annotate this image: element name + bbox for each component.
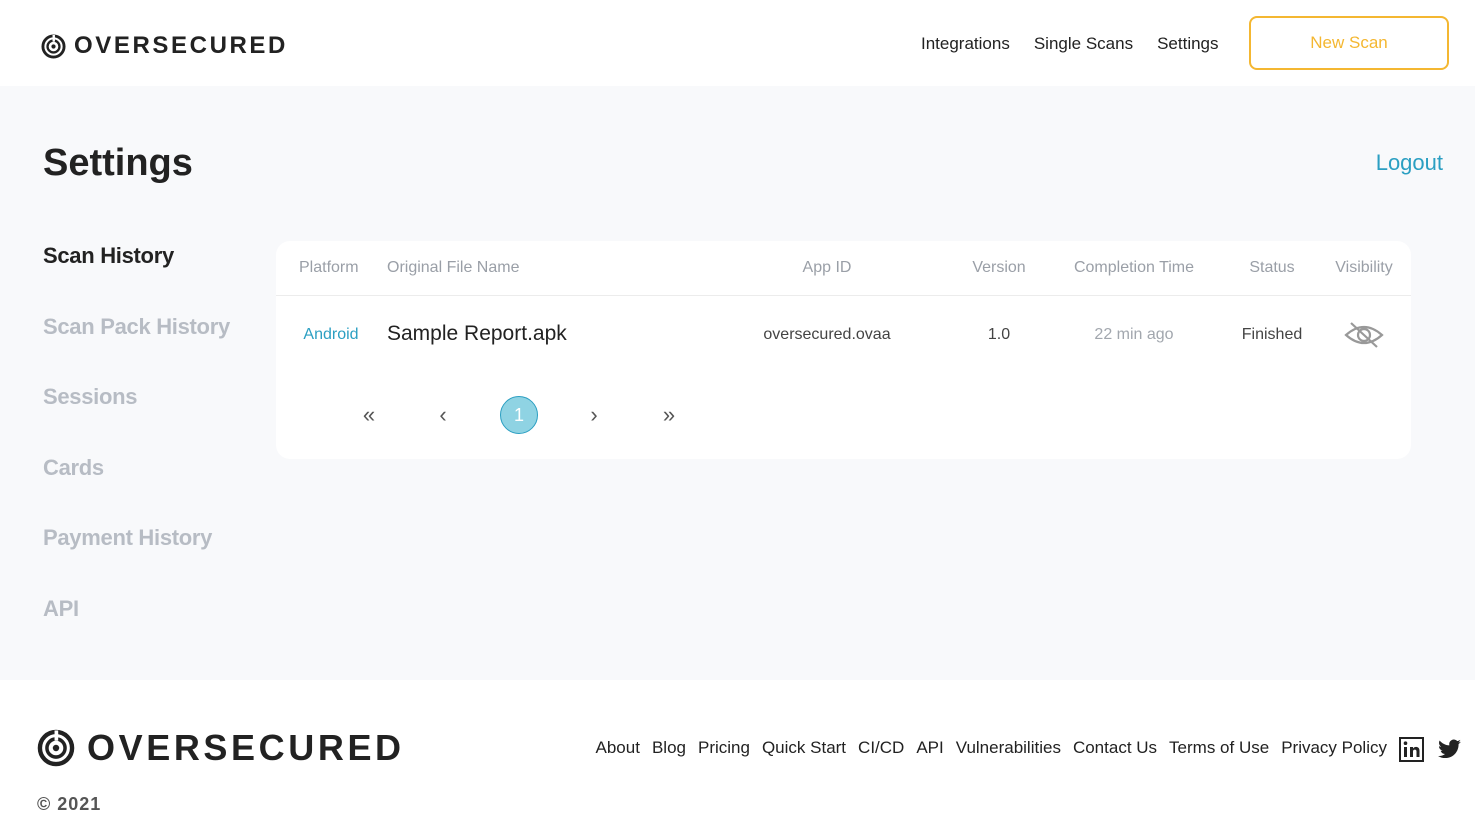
footer-link-ci-cd[interactable]: CI/CD — [858, 738, 904, 758]
linkedin-icon[interactable] — [1399, 737, 1424, 762]
page-title: Settings — [43, 142, 193, 184]
row-app-id: oversecured.ovaa — [763, 326, 891, 343]
footer-link-api[interactable]: API — [916, 738, 943, 758]
footer-link-pricing[interactable]: Pricing — [698, 738, 750, 758]
pagination-page-1[interactable]: 1 — [500, 396, 538, 434]
footer-brand[interactable]: OVERSECURED — [37, 729, 405, 767]
footer-link-quick-start[interactable]: Quick Start — [762, 738, 846, 758]
table-row[interactable]: Android Sample Report.apk oversecured.ov… — [276, 297, 1411, 377]
twitter-icon[interactable] — [1437, 737, 1462, 762]
column-version: Version — [972, 259, 1026, 276]
row-version: 1.0 — [987, 326, 1011, 343]
row-completion-time: 22 min ago — [1094, 326, 1174, 343]
pagination-next[interactable]: › — [575, 396, 613, 434]
nav-settings[interactable]: Settings — [1157, 34, 1218, 54]
brand-name: OVERSECURED — [74, 32, 288, 59]
table-header: Platform Original File Name App ID Versi… — [276, 241, 1411, 296]
sidebar-item-scan-pack-history[interactable]: Scan Pack History — [43, 314, 230, 385]
footer-link-privacy-policy[interactable]: Privacy Policy — [1281, 738, 1387, 758]
top-header: OVERSECURED Integrations Single Scans Se… — [0, 0, 1475, 86]
sidebar-item-scan-history[interactable]: Scan History — [43, 243, 230, 314]
footer-link-about[interactable]: About — [596, 738, 640, 758]
pagination-prev[interactable]: ‹ — [424, 396, 462, 434]
pagination-last[interactable]: » — [650, 396, 688, 434]
nav-single-scans[interactable]: Single Scans — [1034, 34, 1133, 54]
nav-integrations[interactable]: Integrations — [921, 34, 1010, 54]
sidebar-item-payment-history[interactable]: Payment History — [43, 525, 230, 596]
column-app-id: App ID — [802, 259, 852, 276]
brand-logo-link[interactable]: OVERSECURED — [41, 33, 288, 59]
sidebar-item-sessions[interactable]: Sessions — [43, 384, 230, 455]
logout-link[interactable]: Logout — [1376, 150, 1443, 176]
footer-link-contact-us[interactable]: Contact Us — [1073, 738, 1157, 758]
footer-link-vulnerabilities[interactable]: Vulnerabilities — [956, 738, 1061, 758]
sidebar-item-api[interactable]: API — [43, 596, 230, 667]
column-completion-time: Completion Time — [1073, 259, 1195, 276]
column-original-file-name: Original File Name — [387, 259, 520, 276]
pagination-first[interactable]: « — [350, 396, 388, 434]
pagination: « ‹ 1 › » — [276, 396, 1411, 436]
column-platform: Platform — [299, 259, 359, 276]
new-scan-button[interactable]: New Scan — [1249, 16, 1449, 70]
scan-history-table: Platform Original File Name App ID Versi… — [276, 241, 1411, 459]
settings-sidebar: Scan History Scan Pack History Sessions … — [43, 243, 230, 666]
column-visibility: Visibility — [1335, 259, 1393, 276]
row-status: Finished — [1241, 326, 1303, 343]
row-platform: Android — [303, 326, 359, 343]
footer-links: About Blog Pricing Quick Start CI/CD API… — [596, 738, 1387, 758]
oversecured-logo-icon — [37, 729, 75, 767]
sidebar-item-cards[interactable]: Cards — [43, 455, 230, 526]
eye-hidden-icon[interactable] — [1344, 321, 1384, 349]
footer-link-blog[interactable]: Blog — [652, 738, 686, 758]
main-nav: Integrations Single Scans Settings — [921, 34, 1219, 54]
footer-link-terms-of-use[interactable]: Terms of Use — [1169, 738, 1269, 758]
settings-main: Settings Logout Scan History Scan Pack H… — [0, 86, 1475, 680]
oversecured-logo-icon — [41, 33, 66, 59]
footer-brand-name: OVERSECURED — [87, 727, 405, 768]
site-footer: OVERSECURED © 2021 About Blog Pricing Qu… — [0, 680, 1475, 831]
column-status: Status — [1249, 259, 1295, 276]
row-file-name[interactable]: Sample Report.apk — [387, 322, 567, 346]
copyright: © 2021 — [37, 794, 102, 814]
